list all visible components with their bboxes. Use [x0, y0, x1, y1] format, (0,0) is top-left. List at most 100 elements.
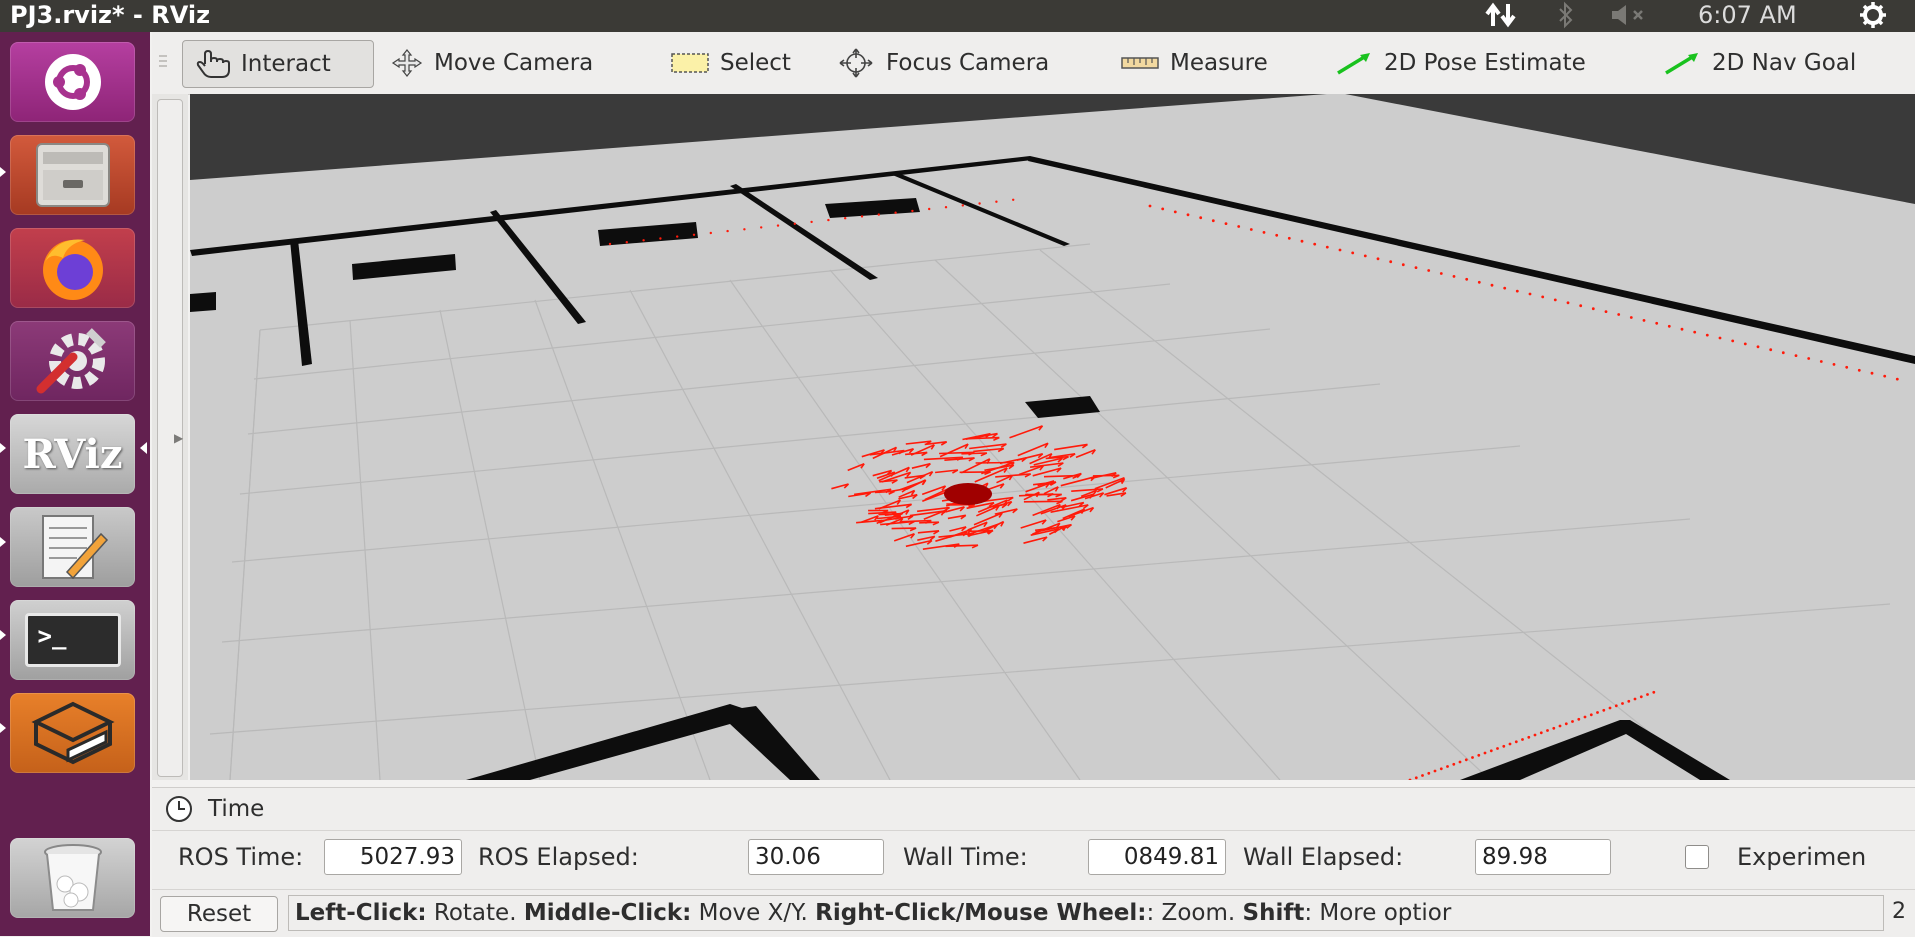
clock[interactable]: 6:07 AM	[1698, 0, 1797, 32]
terminal-icon[interactable]: >_	[10, 600, 135, 680]
scan-point	[676, 235, 678, 237]
scan-point	[1615, 704, 1618, 707]
tool-measure[interactable]: Measure	[1108, 40, 1268, 86]
scan-point	[1769, 348, 1772, 351]
scan-point	[827, 219, 829, 221]
network-icon[interactable]	[1484, 0, 1520, 32]
scan-point	[1731, 340, 1734, 343]
tool-label: Select	[720, 50, 791, 76]
ros-time-field[interactable]: 5027.93	[324, 839, 462, 875]
scan-point	[1490, 749, 1493, 752]
tool-interact[interactable]: Interact	[182, 40, 374, 88]
bluetooth-icon[interactable]	[1556, 0, 1576, 32]
scan-point	[1301, 240, 1304, 243]
scan-point	[1592, 307, 1595, 310]
map-scene[interactable]	[190, 94, 1915, 780]
hint-key: Left-Click:	[295, 900, 427, 926]
top-panel: PJ3.rviz* - RViz 6:07 AM	[0, 0, 1915, 32]
toolbar-grip[interactable]	[158, 50, 168, 74]
scan-point	[710, 232, 712, 234]
volume-muted-icon[interactable]	[1608, 0, 1652, 32]
tool-focus-camera[interactable]: Focus Camera	[824, 40, 1049, 86]
text-editor-icon[interactable]	[10, 507, 135, 587]
scan-point	[1509, 743, 1512, 746]
tool-select[interactable]: Select	[658, 40, 791, 86]
move-camera-icon	[390, 49, 424, 77]
green-arrow-icon	[1334, 51, 1374, 75]
scan-point	[1496, 747, 1499, 750]
green-arrow-icon	[1662, 51, 1702, 75]
scan-point	[1465, 758, 1468, 761]
scan-point	[911, 210, 913, 212]
trash-icon[interactable]	[10, 838, 135, 918]
scan-point	[1627, 700, 1630, 703]
experimental-checkbox[interactable]	[1685, 845, 1709, 869]
hint-text: : Zoom.	[1147, 900, 1243, 926]
scan-point	[1440, 767, 1443, 770]
scan-point	[945, 206, 947, 208]
scan-point	[1617, 313, 1620, 316]
settings-gear-icon[interactable]	[1856, 0, 1890, 32]
scan-point	[1541, 296, 1544, 299]
ros-elapsed-label: ROS Elapsed:	[478, 843, 639, 871]
scan-point	[928, 208, 930, 210]
3d-render-viewport[interactable]	[190, 94, 1915, 780]
particle-arrow	[946, 545, 979, 546]
tool-label: Focus Camera	[886, 50, 1049, 76]
launcher-focused-indicator	[140, 442, 147, 454]
scan-point	[1577, 718, 1580, 721]
collapsed-displays-panel[interactable]: ▶	[152, 94, 188, 780]
wall-elapsed-label: Wall Elapsed:	[1243, 843, 1403, 871]
scan-point	[1605, 310, 1608, 313]
tool-2d-pose-estimate[interactable]: 2D Pose Estimate	[1322, 40, 1586, 86]
scan-point	[1634, 698, 1637, 701]
scan-point	[1313, 243, 1316, 246]
scan-point	[1288, 237, 1291, 240]
ros-elapsed-field[interactable]: 30.06	[748, 839, 884, 875]
files-icon[interactable]	[10, 135, 135, 215]
hint-text: Move X/Y.	[691, 900, 815, 926]
tool-label: Measure	[1170, 50, 1268, 76]
rviz-icon[interactable]: RViz	[10, 414, 135, 494]
firefox-icon[interactable]	[10, 228, 135, 308]
scan-point	[1237, 225, 1240, 228]
window-title: PJ3.rviz* - RViz	[10, 1, 210, 29]
particle-arrow	[1024, 501, 1063, 502]
scan-point	[760, 226, 762, 228]
gazebo-icon[interactable]	[10, 693, 135, 773]
reset-button[interactable]: Reset	[160, 896, 278, 932]
ros-time-label: ROS Time:	[178, 843, 303, 871]
particle-arrow	[892, 528, 917, 529]
tool-2d-nav-goal[interactable]: 2D Nav Goal	[1650, 40, 1856, 86]
scan-point	[1427, 772, 1430, 775]
hint-key: Right-Click/Mouse Wheel:	[815, 900, 1146, 926]
tool-label: 2D Nav Goal	[1712, 50, 1856, 76]
scan-point	[1502, 745, 1505, 748]
launcher-running-indicator	[0, 443, 6, 453]
scan-point	[1668, 325, 1671, 328]
scan-point	[1883, 375, 1886, 378]
scan-point	[1795, 354, 1798, 357]
scan-point	[1527, 736, 1530, 739]
tool-move-camera[interactable]: Move Camera	[378, 40, 593, 86]
system-settings-icon[interactable]	[10, 321, 135, 401]
scan-point	[1540, 731, 1543, 734]
experimental-label: Experimen	[1737, 843, 1866, 871]
wall-time-field[interactable]: 0849.81	[1088, 839, 1226, 875]
scan-point	[777, 224, 779, 226]
map-floor	[190, 94, 1915, 780]
scan-point	[1459, 761, 1462, 764]
scan-point	[1446, 765, 1449, 768]
scan-point	[1871, 372, 1874, 375]
launcher-running-indicator	[0, 630, 6, 640]
wall-elapsed-field[interactable]: 89.98	[1475, 839, 1611, 875]
ubuntu-dash-icon[interactable]	[10, 42, 135, 122]
scan-point	[1567, 301, 1570, 304]
scan-point	[1579, 304, 1582, 307]
expand-arrow-icon[interactable]: ▶	[174, 431, 183, 445]
scan-point	[1552, 727, 1555, 730]
scan-point	[995, 201, 997, 203]
scan-point	[1161, 208, 1164, 211]
time-panel-header[interactable]: Time	[164, 794, 264, 824]
scan-point	[1415, 266, 1418, 269]
